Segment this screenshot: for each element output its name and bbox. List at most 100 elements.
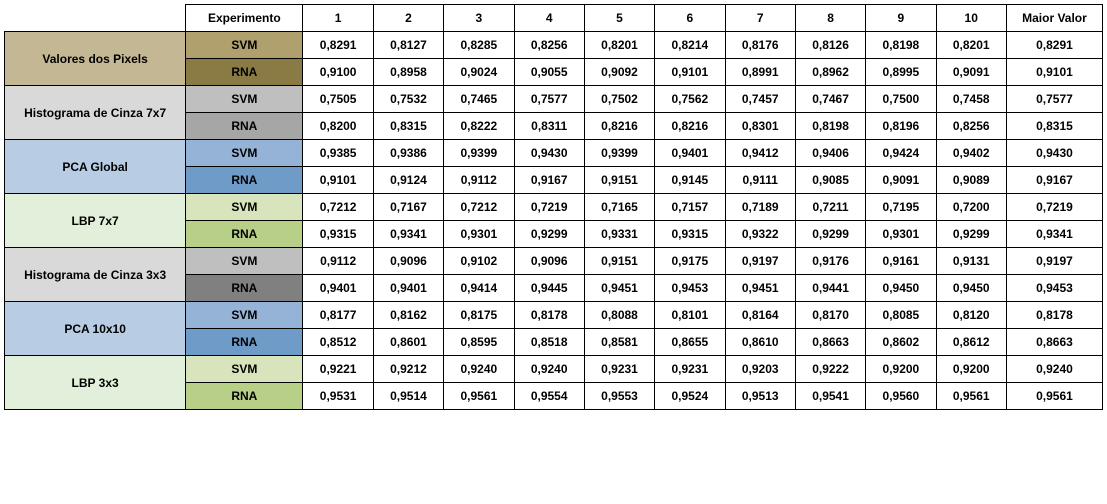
value-cell: 0,9092 — [584, 59, 654, 86]
max-cell: 0,9561 — [1006, 383, 1102, 410]
max-cell: 0,9167 — [1006, 167, 1102, 194]
value-cell: 0,7200 — [936, 194, 1006, 221]
value-cell: 0,9096 — [373, 248, 443, 275]
max-cell: 0,9341 — [1006, 221, 1102, 248]
value-cell: 0,7577 — [514, 86, 584, 113]
value-cell: 0,8301 — [725, 113, 795, 140]
value-cell: 0,9055 — [514, 59, 584, 86]
value-cell: 0,7562 — [655, 86, 725, 113]
table-body: Valores dos PixelsSVM0,82910,81270,82850… — [5, 32, 1103, 410]
value-cell: 0,9453 — [655, 275, 725, 302]
value-cell: 0,9101 — [303, 167, 373, 194]
value-cell: 0,7212 — [444, 194, 514, 221]
value-cell: 0,7457 — [725, 86, 795, 113]
value-cell: 0,9450 — [936, 275, 1006, 302]
table-row: PCA 10x10SVM0,81770,81620,81750,81780,80… — [5, 302, 1103, 329]
header-col-6: 6 — [655, 5, 725, 32]
method-cell: SVM — [186, 32, 303, 59]
value-cell: 0,8256 — [514, 32, 584, 59]
value-cell: 0,9024 — [444, 59, 514, 86]
method-cell: RNA — [186, 59, 303, 86]
value-cell: 0,8176 — [725, 32, 795, 59]
max-cell: 0,9430 — [1006, 140, 1102, 167]
value-cell: 0,8127 — [373, 32, 443, 59]
value-cell: 0,8201 — [584, 32, 654, 59]
max-cell: 0,7577 — [1006, 86, 1102, 113]
value-cell: 0,9441 — [795, 275, 865, 302]
value-cell: 0,9299 — [795, 221, 865, 248]
value-cell: 0,8085 — [866, 302, 936, 329]
method-cell: RNA — [186, 383, 303, 410]
value-cell: 0,8214 — [655, 32, 725, 59]
max-cell: 0,8663 — [1006, 329, 1102, 356]
max-cell: 0,8291 — [1006, 32, 1102, 59]
value-cell: 0,9553 — [584, 383, 654, 410]
value-cell: 0,9450 — [866, 275, 936, 302]
value-cell: 0,7532 — [373, 86, 443, 113]
value-cell: 0,8958 — [373, 59, 443, 86]
value-cell: 0,8291 — [303, 32, 373, 59]
value-cell: 0,9299 — [514, 221, 584, 248]
value-cell: 0,9222 — [795, 356, 865, 383]
value-cell: 0,9513 — [725, 383, 795, 410]
value-cell: 0,9151 — [584, 248, 654, 275]
group-label: Valores dos Pixels — [5, 32, 186, 86]
value-cell: 0,9240 — [514, 356, 584, 383]
value-cell: 0,9176 — [795, 248, 865, 275]
value-cell: 0,7212 — [303, 194, 373, 221]
value-cell: 0,9197 — [725, 248, 795, 275]
value-cell: 0,8170 — [795, 302, 865, 329]
method-cell: RNA — [186, 113, 303, 140]
value-cell: 0,8162 — [373, 302, 443, 329]
value-cell: 0,9101 — [655, 59, 725, 86]
value-cell: 0,9301 — [444, 221, 514, 248]
value-cell: 0,9145 — [655, 167, 725, 194]
value-cell: 0,9561 — [936, 383, 1006, 410]
value-cell: 0,8991 — [725, 59, 795, 86]
value-cell: 0,8663 — [795, 329, 865, 356]
value-cell: 0,9541 — [795, 383, 865, 410]
value-cell: 0,9386 — [373, 140, 443, 167]
value-cell: 0,9451 — [584, 275, 654, 302]
value-cell: 0,8518 — [514, 329, 584, 356]
table-row: LBP 3x3SVM0,92210,92120,92400,92400,9231… — [5, 356, 1103, 383]
table-row: Valores dos PixelsSVM0,82910,81270,82850… — [5, 32, 1103, 59]
group-label: Histograma de Cinza 7x7 — [5, 86, 186, 140]
max-cell: 0,9453 — [1006, 275, 1102, 302]
results-table: Experimento12345678910Maior Valor Valore… — [4, 4, 1103, 410]
value-cell: 0,9399 — [444, 140, 514, 167]
value-cell: 0,9203 — [725, 356, 795, 383]
value-cell: 0,7465 — [444, 86, 514, 113]
header-blank — [5, 5, 186, 32]
value-cell: 0,9412 — [725, 140, 795, 167]
header-col-9: 9 — [866, 5, 936, 32]
value-cell: 0,8216 — [584, 113, 654, 140]
value-cell: 0,7165 — [584, 194, 654, 221]
value-cell: 0,9341 — [373, 221, 443, 248]
value-cell: 0,9424 — [866, 140, 936, 167]
method-cell: SVM — [186, 140, 303, 167]
value-cell: 0,8962 — [795, 59, 865, 86]
value-cell: 0,9385 — [303, 140, 373, 167]
value-cell: 0,9240 — [444, 356, 514, 383]
value-cell: 0,9430 — [514, 140, 584, 167]
value-cell: 0,9401 — [303, 275, 373, 302]
value-cell: 0,8581 — [584, 329, 654, 356]
group-label: LBP 7x7 — [5, 194, 186, 248]
value-cell: 0,9100 — [303, 59, 373, 86]
value-cell: 0,9524 — [655, 383, 725, 410]
value-cell: 0,9414 — [444, 275, 514, 302]
value-cell: 0,8196 — [866, 113, 936, 140]
value-cell: 0,8222 — [444, 113, 514, 140]
header-col-8: 8 — [795, 5, 865, 32]
value-cell: 0,9401 — [655, 140, 725, 167]
value-cell: 0,9221 — [303, 356, 373, 383]
value-cell: 0,9111 — [725, 167, 795, 194]
value-cell: 0,9561 — [444, 383, 514, 410]
value-cell: 0,7195 — [866, 194, 936, 221]
value-cell: 0,8178 — [514, 302, 584, 329]
method-cell: SVM — [186, 86, 303, 113]
value-cell: 0,8602 — [866, 329, 936, 356]
value-cell: 0,9212 — [373, 356, 443, 383]
value-cell: 0,8200 — [303, 113, 373, 140]
